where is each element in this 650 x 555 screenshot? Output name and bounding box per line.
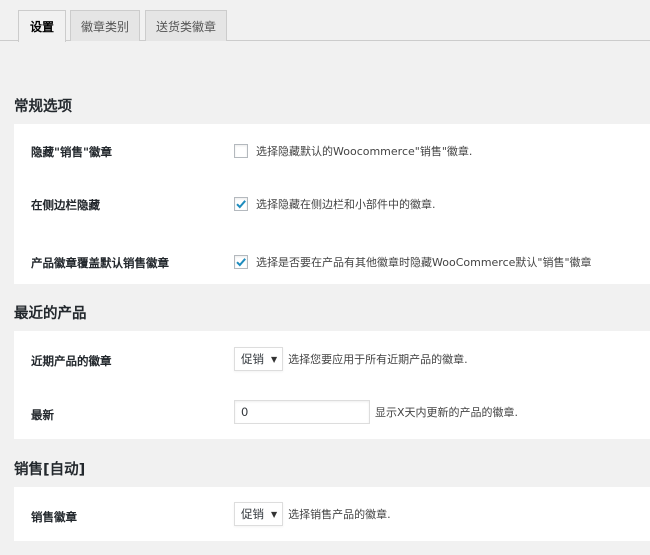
tab-badge-categories[interactable]: 徽章类别 <box>70 10 140 41</box>
dropdown-arrow-icon: ▼ <box>271 509 278 519</box>
sale-badge-label: 销售徽章 <box>31 510 77 524</box>
newest-label: 最新 <box>31 408 54 422</box>
hide-in-sidebar-checkbox[interactable] <box>234 197 248 211</box>
recent-badge-select-value: 促销 <box>241 352 264 366</box>
panel-sale-auto: 销售徽章 促销 ▼ 选择销售产品的徽章. <box>14 487 650 541</box>
newest-days-input[interactable]: 0 <box>234 400 370 424</box>
override-sale-badge-control: 选择是否要在产品有其他徽章时隐藏WooCommerce默认"销售"徽章 <box>234 254 592 270</box>
row-hide-in-sidebar: 在侧边栏隐藏 选择隐藏在侧边栏和小部件中的徽章. <box>14 177 650 230</box>
tab-bar: 设置 徽章类别 送货类徽章 <box>0 0 650 42</box>
dropdown-arrow-icon: ▼ <box>271 354 278 364</box>
tab-settings-label: 设置 <box>29 20 54 34</box>
row-recent-badge: 近期产品的徽章 促销 ▼ 选择您要应用于所有近期产品的徽章. <box>14 331 650 385</box>
checkmark-icon <box>236 200 246 209</box>
recent-badge-label: 近期产品的徽章 <box>31 354 112 368</box>
newest-description: 显示X天内更新的产品的徽章. <box>375 406 519 419</box>
panel-general: 隐藏"销售"徽章 选择隐藏默认的Woocommerce"销售"徽章. 在侧边栏隐… <box>14 124 650 284</box>
row-override-sale-badge: 产品徽章覆盖默认销售徽章 选择是否要在产品有其他徽章时隐藏WooCommerce… <box>14 230 650 284</box>
hide-in-sidebar-description: 选择隐藏在侧边栏和小部件中的徽章. <box>256 198 436 211</box>
sale-badge-description: 选择销售产品的徽章. <box>288 508 391 521</box>
tab-shipping-badges-label: 送货类徽章 <box>155 19 216 34</box>
sale-badge-select-value: 促销 <box>241 507 264 521</box>
row-sale-badge: 销售徽章 促销 ▼ 选择销售产品的徽章. <box>14 487 650 541</box>
tab-settings[interactable]: 设置 <box>18 10 66 42</box>
override-sale-badge-description: 选择是否要在产品有其他徽章时隐藏WooCommerce默认"销售"徽章 <box>256 256 592 269</box>
override-sale-badge-checkbox[interactable] <box>234 255 248 269</box>
sale-badge-control: 促销 ▼ 选择销售产品的徽章. <box>234 502 391 526</box>
section-title-general: 常规选项 <box>14 99 72 115</box>
row-newest: 最新 0 显示X天内更新的产品的徽章. <box>14 385 650 439</box>
section-title-recent: 最近的产品 <box>14 306 87 322</box>
tab-badge-categories-label: 徽章类别 <box>80 19 129 34</box>
hide-in-sidebar-control: 选择隐藏在侧边栏和小部件中的徽章. <box>234 196 436 212</box>
row-hide-sale-badge: 隐藏"销售"徽章 选择隐藏默认的Woocommerce"销售"徽章. <box>14 124 650 177</box>
newest-control: 0 显示X天内更新的产品的徽章. <box>234 400 518 424</box>
override-sale-badge-label: 产品徽章覆盖默认销售徽章 <box>31 256 169 270</box>
sale-badge-select[interactable]: 促销 ▼ <box>234 502 284 526</box>
hide-sale-badge-checkbox[interactable] <box>234 144 248 158</box>
section-title-sale-auto: 销售[自动] <box>14 462 86 478</box>
hide-sale-badge-description: 选择隐藏默认的Woocommerce"销售"徽章. <box>256 145 473 158</box>
hide-in-sidebar-label: 在侧边栏隐藏 <box>31 198 100 212</box>
hide-sale-badge-control: 选择隐藏默认的Woocommerce"销售"徽章. <box>234 143 472 159</box>
recent-badge-description: 选择您要应用于所有近期产品的徽章. <box>288 353 468 366</box>
checkmark-icon <box>236 258 246 267</box>
newest-days-value: 0 <box>241 405 249 419</box>
tab-shipping-badges[interactable]: 送货类徽章 <box>145 10 227 41</box>
hide-sale-badge-label: 隐藏"销售"徽章 <box>31 145 112 159</box>
panel-recent: 近期产品的徽章 促销 ▼ 选择您要应用于所有近期产品的徽章. 最新 0 显示X天… <box>14 331 650 439</box>
recent-badge-control: 促销 ▼ 选择您要应用于所有近期产品的徽章. <box>234 347 468 371</box>
recent-badge-select[interactable]: 促销 ▼ <box>234 347 284 371</box>
